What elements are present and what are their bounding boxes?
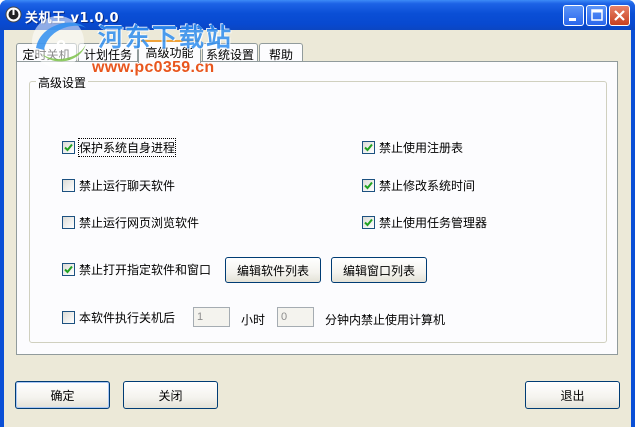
checkbox-box[interactable] bbox=[362, 178, 375, 192]
hours-unit-label: 小时 bbox=[241, 313, 266, 327]
minimize-button[interactable] bbox=[563, 5, 584, 26]
window-title: 关机王 v1.0.0 bbox=[25, 11, 120, 26]
exit-button-label: 退出 bbox=[560, 388, 585, 403]
app-window: 关机王 v1.0.0 定时关机 计划任务 高级功能 系统设置 帮助 高级设置 保 bbox=[0, 0, 635, 427]
check-icon bbox=[364, 143, 373, 151]
dialog-client-area: 定时关机 计划任务 高级功能 系统设置 帮助 高级设置 保护系统自身进程 禁止运… bbox=[4, 30, 631, 427]
after-shutdown-checkbox[interactable]: 本软件执行关机后 bbox=[62, 309, 175, 325]
minutes-suffix-label: 分钟内禁止使用计算机 bbox=[325, 313, 446, 327]
checkbox-box[interactable] bbox=[62, 262, 75, 276]
protect-process-label: 保护系统自身进程 bbox=[77, 137, 177, 157]
tab-label: 高级功能 bbox=[145, 46, 194, 60]
advanced-settings-group: 高级设置 保护系统自身进程 禁止运行聊天软件 禁止运行网页浏览软件 禁止打开指定… bbox=[29, 74, 607, 343]
group-title: 高级设置 bbox=[36, 74, 89, 91]
edit-software-list-button[interactable]: 编辑软件列表 bbox=[225, 257, 321, 283]
block-browser-label: 禁止运行网页浏览软件 bbox=[79, 215, 200, 230]
exit-button[interactable]: 退出 bbox=[525, 381, 620, 409]
maximize-icon bbox=[591, 9, 603, 21]
block-specified-label: 禁止打开指定软件和窗口 bbox=[79, 262, 212, 277]
edit-window-list-button[interactable]: 编辑窗口列表 bbox=[331, 257, 427, 283]
tab-label: 计划任务 bbox=[83, 48, 132, 62]
ok-button-label: 确定 bbox=[50, 388, 75, 403]
block-taskmgr-label: 禁止使用任务管理器 bbox=[379, 215, 488, 230]
tab-help[interactable]: 帮助 bbox=[259, 43, 303, 62]
edit-window-list-label: 编辑窗口列表 bbox=[342, 263, 415, 278]
block-chat-checkbox[interactable]: 禁止运行聊天软件 bbox=[62, 177, 175, 193]
protect-process-checkbox[interactable]: 保护系统自身进程 bbox=[62, 137, 177, 157]
edit-software-list-label: 编辑软件列表 bbox=[236, 263, 309, 278]
checkbox-box[interactable] bbox=[62, 215, 75, 229]
minutes-input[interactable]: 0 bbox=[277, 307, 314, 327]
minimize-icon bbox=[569, 18, 576, 21]
check-icon bbox=[364, 218, 373, 226]
block-time-change-checkbox[interactable]: 禁止修改系统时间 bbox=[362, 177, 475, 193]
block-time-change-label: 禁止修改系统时间 bbox=[379, 178, 476, 193]
block-registry-checkbox[interactable]: 禁止使用注册表 bbox=[362, 139, 463, 155]
close-button[interactable]: 关闭 bbox=[123, 381, 218, 409]
block-registry-label: 禁止使用注册表 bbox=[379, 140, 464, 155]
close-window-button[interactable] bbox=[609, 5, 630, 26]
check-icon bbox=[64, 143, 73, 151]
title-bar[interactable]: 关机王 v1.0.0 bbox=[0, 0, 635, 30]
tab-label: 定时关机 bbox=[22, 48, 71, 62]
checkbox-box[interactable] bbox=[362, 215, 375, 229]
block-browser-checkbox[interactable]: 禁止运行网页浏览软件 bbox=[62, 214, 199, 230]
checkbox-box[interactable] bbox=[62, 178, 75, 192]
tab-scheduled-tasks[interactable]: 计划任务 bbox=[78, 43, 138, 62]
advanced-tab-panel: 高级设置 保护系统自身进程 禁止运行聊天软件 禁止运行网页浏览软件 禁止打开指定… bbox=[16, 61, 618, 355]
tab-label: 帮助 bbox=[268, 48, 293, 62]
block-chat-label: 禁止运行聊天软件 bbox=[79, 178, 176, 193]
close-icon bbox=[614, 10, 625, 21]
checkbox-box[interactable] bbox=[62, 310, 75, 324]
checkbox-box[interactable] bbox=[62, 140, 75, 154]
maximize-button[interactable] bbox=[586, 5, 607, 26]
check-icon bbox=[64, 265, 73, 273]
tab-advanced[interactable]: 高级功能 bbox=[138, 40, 201, 63]
hours-input[interactable]: 1 bbox=[193, 307, 230, 327]
checkbox-box[interactable] bbox=[362, 140, 375, 154]
check-icon bbox=[364, 181, 373, 189]
close-button-label: 关闭 bbox=[158, 388, 183, 403]
tab-system-settings[interactable]: 系统设置 bbox=[202, 43, 258, 62]
after-shutdown-label: 本软件执行关机后 bbox=[79, 310, 176, 325]
ok-button[interactable]: 确定 bbox=[15, 381, 110, 409]
app-icon bbox=[5, 6, 22, 23]
tab-label: 系统设置 bbox=[205, 48, 254, 62]
tab-timed-shutdown[interactable]: 定时关机 bbox=[16, 43, 77, 62]
block-specified-checkbox[interactable]: 禁止打开指定软件和窗口 bbox=[62, 261, 211, 277]
block-taskmgr-checkbox[interactable]: 禁止使用任务管理器 bbox=[362, 214, 487, 230]
